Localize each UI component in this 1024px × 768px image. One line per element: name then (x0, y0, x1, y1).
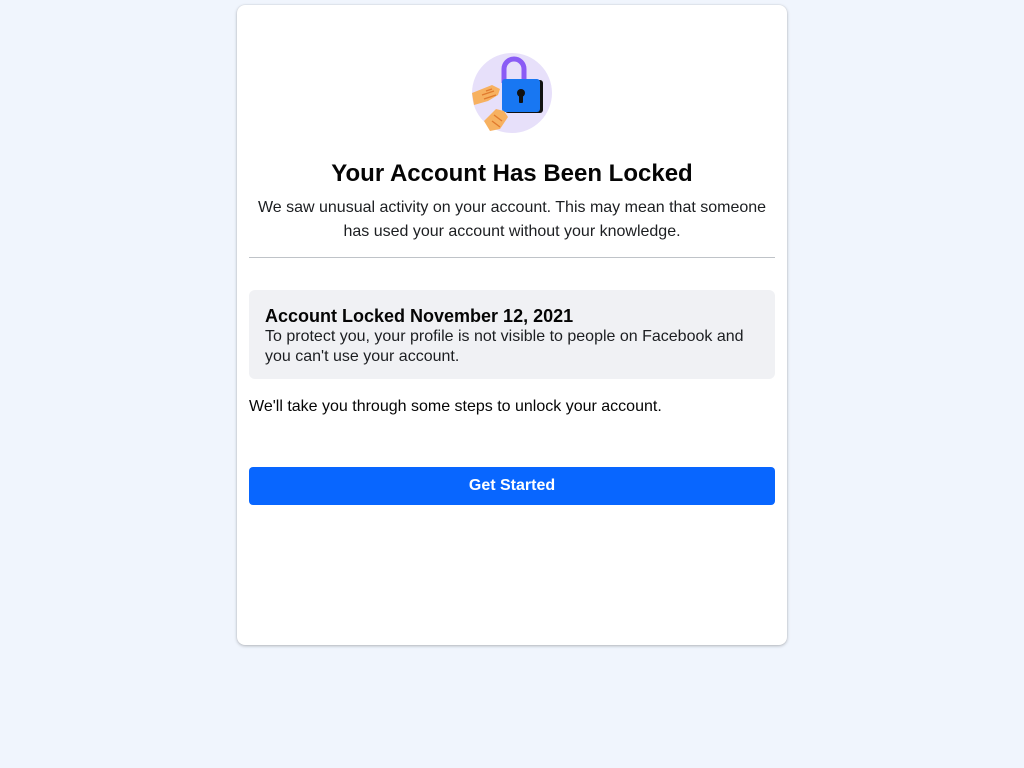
page-title: Your Account Has Been Locked (331, 160, 693, 187)
padlock-icon (472, 53, 552, 133)
notice-body: To protect you, your profile is not visi… (265, 328, 744, 365)
notice-title: Account Locked November 12, 2021 (265, 306, 574, 326)
locked-padlock-illustration (470, 51, 554, 135)
divider (249, 257, 775, 258)
unlock-steps-text: We'll take you through some steps to unl… (249, 398, 662, 415)
page-subtitle: We saw unusual activity on your account.… (257, 199, 767, 240)
get-started-button[interactable]: Get Started (249, 467, 775, 505)
account-locked-card: Your Account Has Been Locked We saw unus… (237, 5, 787, 645)
account-locked-notice: Account Locked November 12, 2021 To prot… (249, 290, 775, 379)
